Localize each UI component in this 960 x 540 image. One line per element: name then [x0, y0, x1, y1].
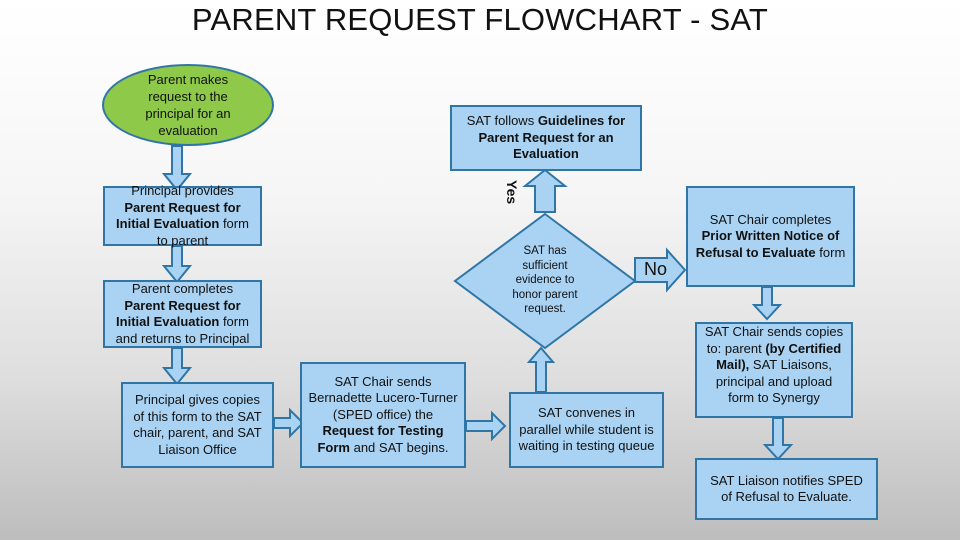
parent-completes-text: Parent completes Parent Request for Init… [111, 281, 254, 347]
principal-gives-box: Principal gives copies of this form to t… [121, 382, 274, 468]
pwn-refusal-box: SAT Chair completes Prior Written Notice… [686, 186, 855, 287]
arrow-down [161, 347, 193, 386]
start-node-text: Parent makes request to the principal fo… [145, 72, 231, 138]
pwn-refusal-text: SAT Chair completes Prior Written Notice… [694, 212, 847, 262]
sat-chair-sends-box: SAT Chair sends Bernadette Lucero-Turner… [300, 362, 466, 468]
text-pre: SAT Chair sends Bernadette Lucero-Turner… [308, 373, 458, 422]
arrow-down [762, 417, 794, 461]
no-label: No [644, 259, 668, 279]
arrow-right [273, 407, 305, 439]
parent-completes-box: Parent completes Parent Request for Init… [103, 280, 262, 348]
sat-chair-sends-text: SAT Chair sends Bernadette Lucero-Turner… [308, 374, 458, 457]
text-post: form [815, 244, 846, 260]
text-pre: SAT follows [466, 113, 538, 129]
text-pre: Principal provides [131, 183, 234, 198]
principal-gives-text: Principal gives copies of this form to t… [133, 392, 262, 457]
text-post: and SAT begins. [349, 439, 449, 455]
decision-text: SAT has sufficient evidence to honor par… [512, 245, 578, 315]
text-pre: SAT Chair completes [709, 211, 832, 227]
sat-follows-box: SAT follows Guidelines for Parent Reques… [450, 105, 642, 171]
arrow-up [526, 346, 556, 393]
sat-convenes-text: SAT convenes in parallel while student i… [518, 405, 655, 454]
sat-follows-text: SAT follows Guidelines for Parent Reques… [458, 113, 634, 163]
text-pre: Parent completes [131, 281, 234, 296]
arrow-down [751, 286, 783, 321]
arrow-up-yes [522, 168, 568, 213]
sends-copies-text: SAT Chair sends copies to: parent (by Ce… [703, 324, 845, 407]
principal-provides-box: Principal provides Parent Request for In… [103, 183, 262, 249]
sends-copies-box: SAT Chair sends copies to: parent (by Ce… [695, 322, 853, 418]
arrow-right [465, 410, 507, 442]
liaison-notifies-text: SAT Liaison notifies SPED of Refusal to … [710, 472, 863, 505]
start-node: Parent makes request to the principal fo… [102, 64, 274, 146]
yes-label: Yes [504, 180, 520, 205]
sat-convenes-box: SAT convenes in parallel while student i… [509, 392, 664, 468]
principal-provides-text: Principal provides Parent Request for In… [111, 183, 254, 249]
liaison-notifies-box: SAT Liaison notifies SPED of Refusal to … [695, 458, 878, 520]
arrow-down [161, 245, 193, 284]
